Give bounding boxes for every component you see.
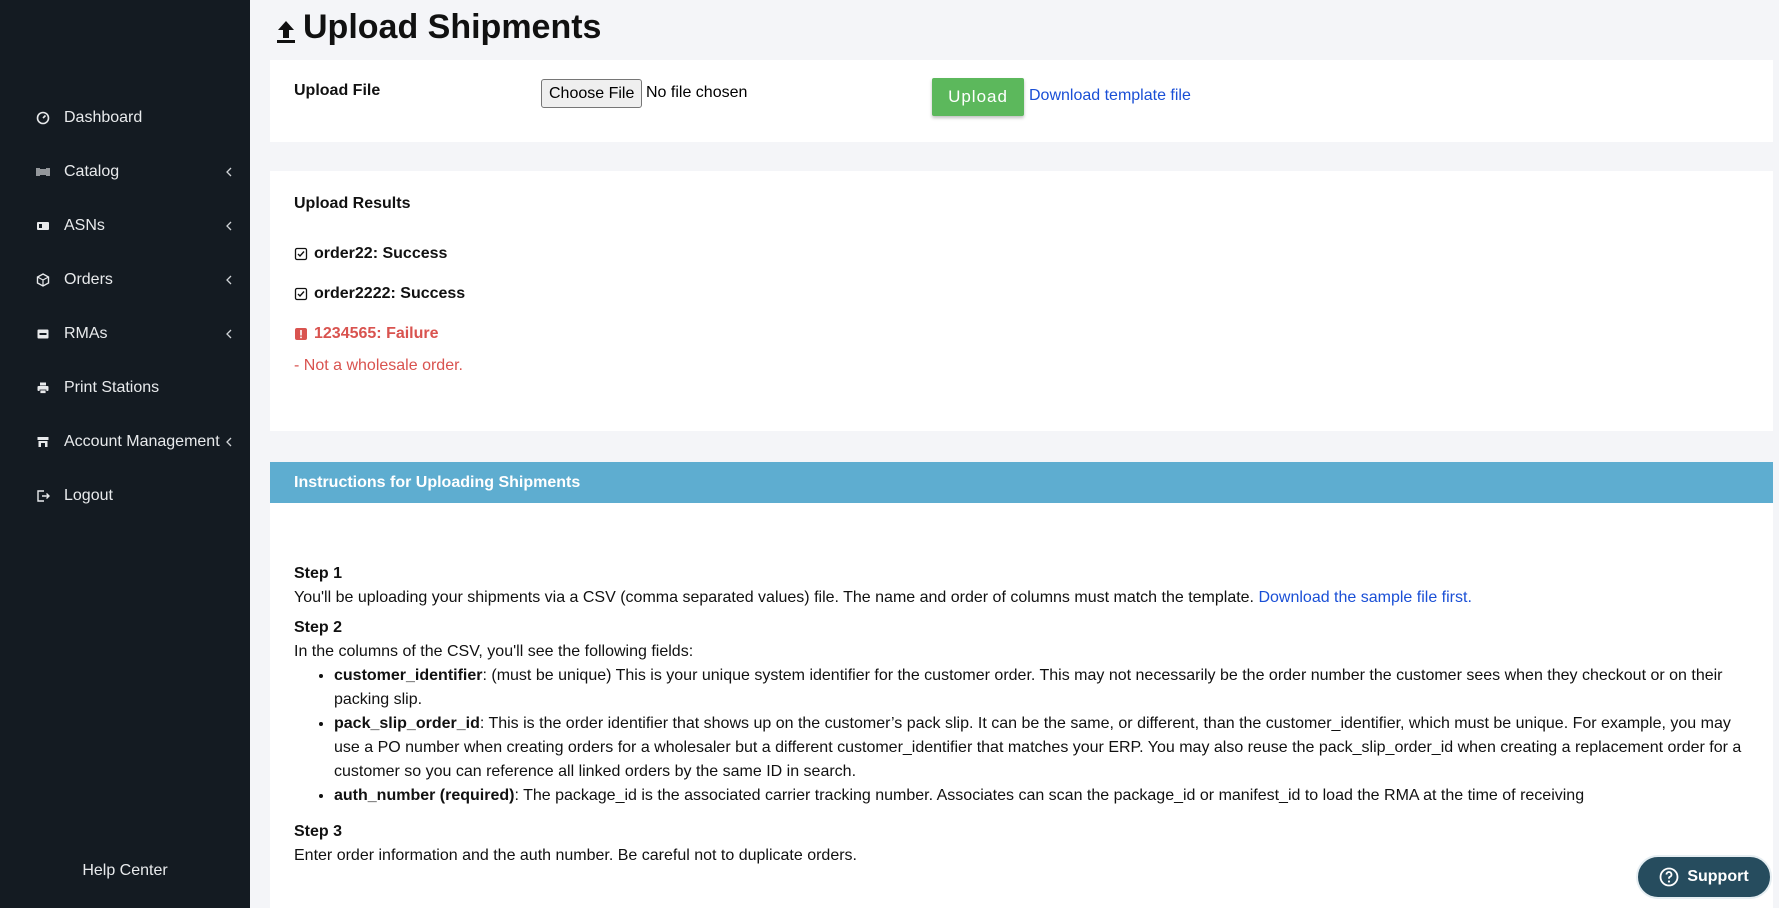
result-text: 1234565: Failure bbox=[314, 325, 439, 342]
instructions-body: Step 1 You'll be uploading your shipment… bbox=[294, 562, 1754, 868]
upload-card: Upload File Choose File No file chosen U… bbox=[270, 60, 1773, 142]
sidebar-item-dashboard[interactable]: Dashboard bbox=[0, 91, 250, 145]
file-status-text: No file chosen bbox=[646, 84, 748, 101]
sidebar-item-logout[interactable]: Logout bbox=[0, 469, 250, 523]
support-button[interactable]: Support bbox=[1636, 855, 1772, 899]
result-row: 1234565: Failure bbox=[294, 325, 439, 343]
choose-file-button[interactable]: Choose File bbox=[541, 79, 643, 108]
support-label: Support bbox=[1687, 868, 1749, 885]
list-item: auth_number (required): The package_id i… bbox=[334, 784, 1754, 808]
list-item: customer_identifier: (must be unique) Th… bbox=[334, 664, 1754, 712]
step-1-description: You'll be uploading your shipments via a… bbox=[294, 589, 1254, 606]
chevron-left-icon bbox=[224, 167, 234, 177]
chevron-left-icon bbox=[224, 329, 234, 339]
barcode-icon bbox=[36, 165, 50, 179]
failure-reason: - Not a wholesale order. bbox=[294, 357, 463, 374]
upload-results-title: Upload Results bbox=[294, 195, 411, 212]
result-text: order22: Success bbox=[314, 245, 448, 262]
sidebar-item-label: ASNs bbox=[64, 217, 105, 234]
chevron-left-icon bbox=[224, 437, 234, 447]
chevron-left-icon bbox=[224, 275, 234, 285]
sidebar-item-label: Orders bbox=[64, 271, 113, 288]
sidebar-item-catalog[interactable]: Catalog bbox=[0, 145, 250, 199]
sidebar-item-label: Account Management bbox=[64, 433, 220, 450]
fields-list: customer_identifier: (must be unique) Th… bbox=[334, 664, 1754, 808]
field-description: : This is the order identifier that show… bbox=[334, 715, 1742, 780]
field-name: pack_slip_order_id bbox=[334, 715, 480, 732]
check-square-icon bbox=[294, 287, 308, 301]
sign-out-icon bbox=[36, 489, 50, 503]
inbox-icon bbox=[36, 327, 50, 341]
main-content: Upload Shipments Upload File Choose File… bbox=[250, 0, 1779, 908]
instructions-header: Instructions for Uploading Shipments bbox=[270, 462, 1773, 503]
result-text: order2222: Success bbox=[314, 285, 466, 302]
step-1-title: Step 1 bbox=[294, 565, 343, 582]
page-title-text: Upload Shipments bbox=[303, 8, 602, 46]
step-1-text: You'll be uploading your shipments via a… bbox=[294, 586, 1754, 610]
page-title: Upload Shipments bbox=[275, 8, 601, 47]
store-icon bbox=[36, 435, 50, 449]
upload-file-label: Upload File bbox=[294, 82, 381, 99]
box-icon bbox=[36, 273, 50, 287]
printer-icon bbox=[36, 381, 50, 395]
field-name: auth_number (required) bbox=[334, 787, 515, 804]
sidebar-item-orders[interactable]: Orders bbox=[0, 253, 250, 307]
download-template-link[interactable]: Download template file bbox=[1029, 87, 1191, 105]
step-2-intro: In the columns of the CSV, you'll see th… bbox=[294, 643, 694, 660]
sidebar-item-label: Print Stations bbox=[64, 379, 160, 396]
step-2-title: Step 2 bbox=[294, 619, 343, 636]
list-item: pack_slip_order_id: This is the order id… bbox=[334, 712, 1754, 784]
upload-results-card: Upload Results order22: Success order222… bbox=[270, 171, 1773, 431]
sidebar-item-rmas[interactable]: RMAs bbox=[0, 307, 250, 361]
sidebar-item-label: Dashboard bbox=[64, 109, 143, 126]
gauge-icon bbox=[36, 111, 50, 125]
sidebar: Dashboard Catalog ASNs Orders RMAs Print… bbox=[0, 0, 250, 908]
help-center-link[interactable]: Help Center bbox=[0, 862, 250, 880]
sidebar-item-asns[interactable]: ASNs bbox=[0, 199, 250, 253]
sidebar-item-account-management[interactable]: Account Management bbox=[0, 415, 250, 469]
field-name: customer_identifier bbox=[334, 667, 483, 684]
step-3-title: Step 3 bbox=[294, 823, 343, 840]
sidebar-item-label: Catalog bbox=[64, 163, 120, 180]
sidebar-item-label: RMAs bbox=[64, 325, 108, 342]
field-description: : The package_id is the associated carri… bbox=[514, 787, 1585, 804]
sidebar-item-label: Logout bbox=[64, 487, 113, 504]
step-3-text: Enter order information and the auth num… bbox=[294, 847, 857, 864]
upload-button[interactable]: Upload bbox=[932, 78, 1024, 116]
question-circle-icon bbox=[1659, 867, 1679, 887]
chevron-left-icon bbox=[224, 221, 234, 231]
sidebar-nav: Dashboard Catalog ASNs Orders RMAs Print… bbox=[0, 91, 250, 523]
upload-icon bbox=[275, 15, 297, 43]
instructions-card: Instructions for Uploading Shipments Ste… bbox=[270, 462, 1773, 908]
id-card-icon bbox=[36, 219, 50, 233]
check-square-icon bbox=[294, 247, 308, 261]
result-row: order22: Success bbox=[294, 245, 447, 263]
result-row: order2222: Success bbox=[294, 285, 465, 303]
exclamation-square-icon bbox=[294, 327, 308, 341]
sidebar-item-print-stations[interactable]: Print Stations bbox=[0, 361, 250, 415]
field-description: : (must be unique) This is your unique s… bbox=[334, 667, 1723, 708]
download-sample-link[interactable]: Download the sample file first. bbox=[1258, 589, 1471, 606]
